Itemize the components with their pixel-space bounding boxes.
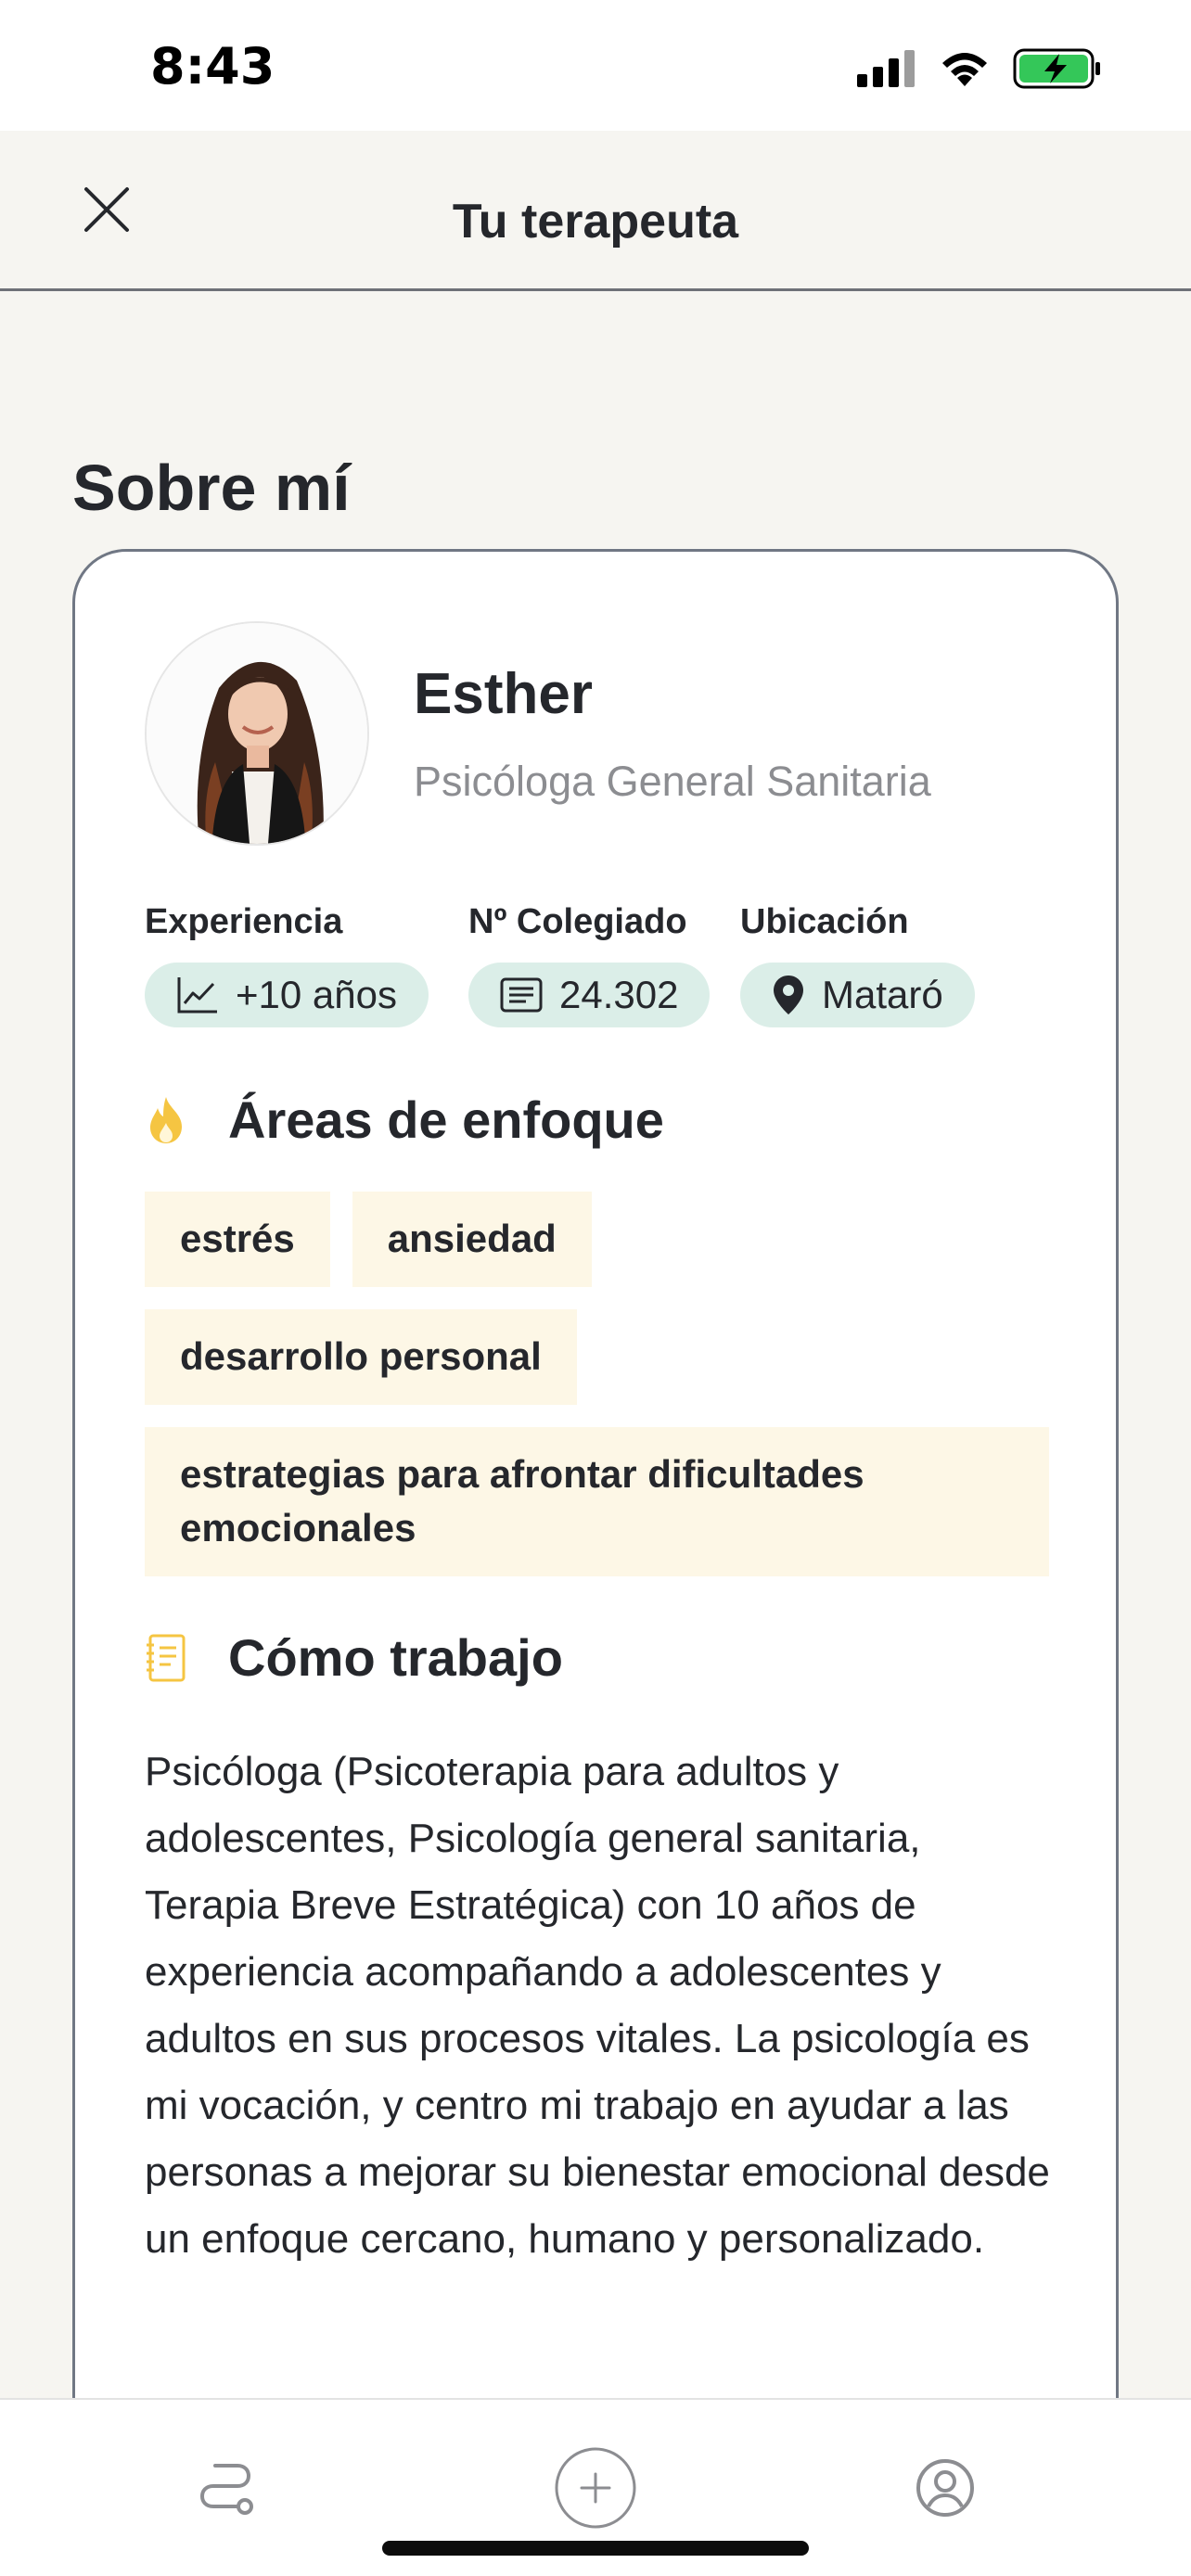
- focus-tag: estrés: [145, 1192, 330, 1287]
- flame-icon: [150, 1096, 182, 1143]
- work-heading: Cómo trabajo: [145, 1627, 563, 1688]
- focus-tags: estrés ansiedad desarrollo personal estr…: [145, 1192, 1049, 1599]
- status-icons: [857, 48, 1102, 89]
- journey-icon: [199, 2464, 253, 2515]
- focus-tag: estrategias para afrontar dificultades e…: [145, 1426, 1049, 1577]
- chart-icon: [177, 977, 217, 1014]
- stat-value: +10 años: [236, 973, 397, 1016]
- location-pin-icon: [774, 976, 803, 1014]
- stat-label: Experiencia: [145, 902, 343, 941]
- notebook-icon: [147, 1634, 186, 1681]
- therapist-card: Esther Psicóloga General Sanitaria Exper…: [72, 549, 1119, 2496]
- tab-journey[interactable]: [184, 2446, 267, 2530]
- stat-value: Mataró: [822, 973, 943, 1016]
- document-icon: [500, 977, 543, 1013]
- stat-location: Ubicación Mataró: [740, 902, 975, 1027]
- work-description: Psicóloga (Psicoterapia para adultos y a…: [145, 1749, 1050, 2262]
- focus-tag: desarrollo personal: [145, 1308, 577, 1405]
- focus-tag: ansiedad: [352, 1192, 592, 1287]
- navigation-header: Tu terapeuta: [0, 131, 1191, 291]
- therapist-role: Psicóloga General Sanitaria: [414, 758, 931, 805]
- section-title: Sobre mí: [72, 452, 351, 524]
- avatar: [145, 621, 369, 846]
- home-indicator: [382, 2541, 809, 2556]
- profile-icon: [916, 2459, 974, 2517]
- stat-chip: Mataró: [740, 963, 975, 1027]
- status-bar: 8:43: [0, 0, 1191, 131]
- work-title: Cómo trabajo: [228, 1628, 563, 1687]
- tab-add[interactable]: [554, 2446, 637, 2530]
- stat-experience: Experiencia +10 años: [145, 902, 429, 1027]
- stat-value: 24.302: [559, 973, 679, 1016]
- focus-heading: Áreas de enfoque: [145, 1090, 664, 1150]
- tab-profile[interactable]: [903, 2446, 987, 2530]
- stat-label: Nº Colegiado: [468, 902, 687, 941]
- stat-label: Ubicación: [740, 902, 909, 941]
- status-time: 8:43: [150, 37, 275, 96]
- signal-icon: [857, 50, 915, 87]
- stat-registration: Nº Colegiado 24.302: [468, 902, 711, 1027]
- header-title: Tu terapeuta: [452, 195, 739, 249]
- stat-chip: +10 años: [145, 963, 429, 1027]
- add-circle-icon: [555, 2447, 636, 2529]
- focus-title: Áreas de enfoque: [228, 1090, 664, 1149]
- wifi-icon: [942, 53, 987, 86]
- stat-chip: 24.302: [468, 963, 711, 1027]
- battery-charging-icon: [1013, 48, 1100, 89]
- therapist-name: Esther: [414, 662, 593, 726]
- therapist-photo: [147, 623, 367, 844]
